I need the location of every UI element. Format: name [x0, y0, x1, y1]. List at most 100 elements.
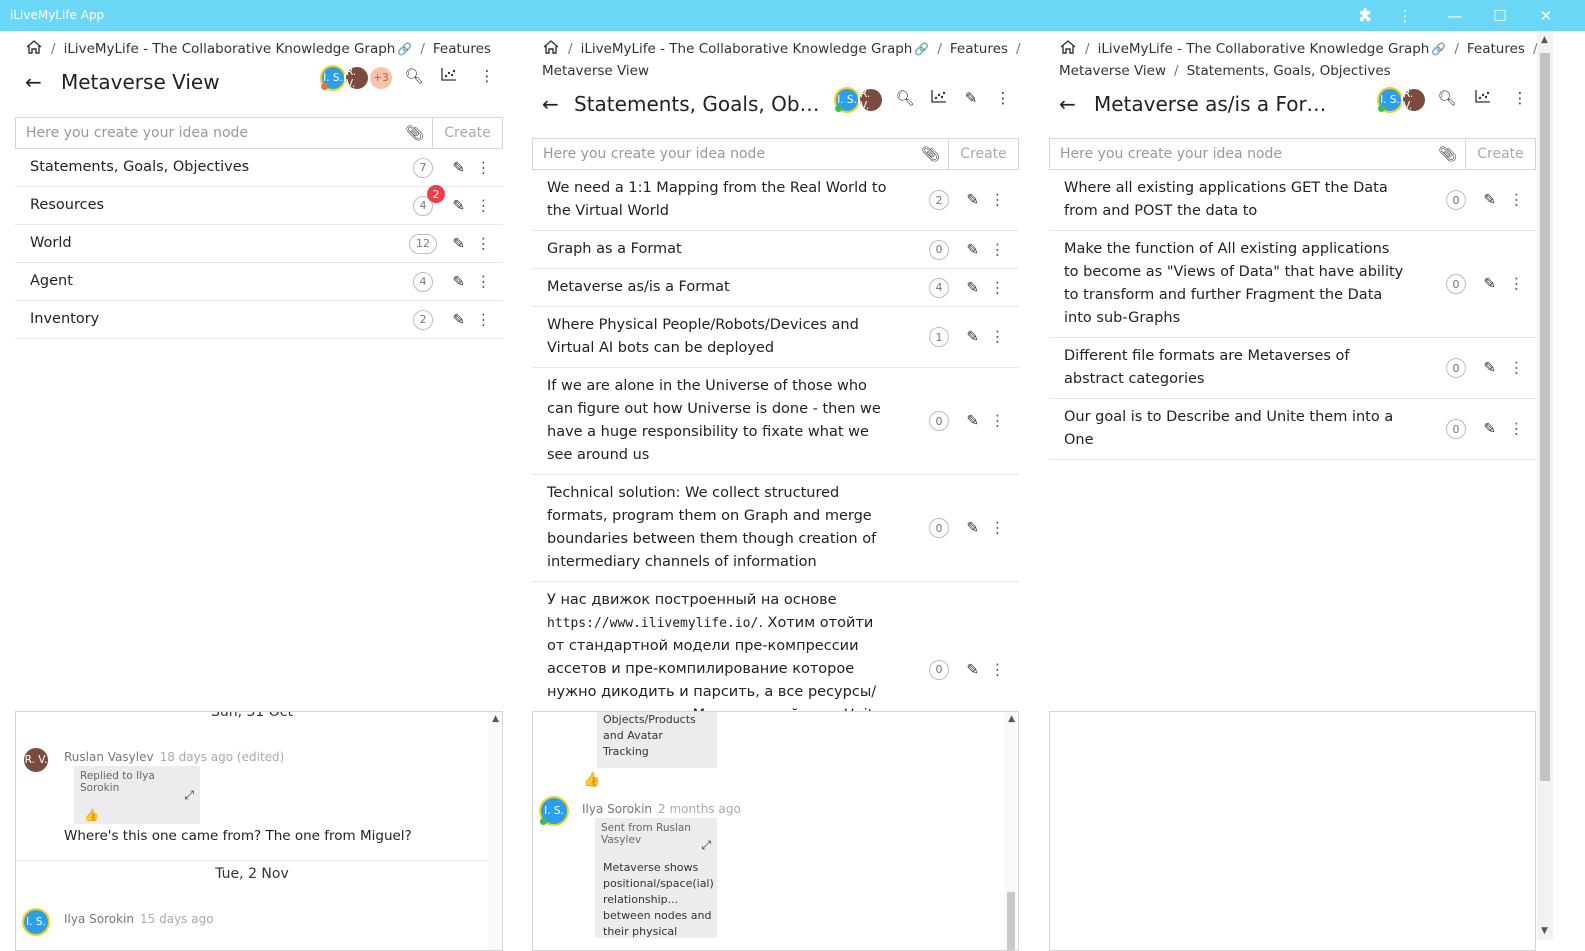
minimize-icon[interactable]: — [1435, 0, 1475, 31]
message-card[interactable]: Objects/Products and Avatar Tracking [597, 712, 717, 768]
child-count-badge[interactable]: 1 [929, 327, 949, 347]
more-vert-icon[interactable]: ⋮ [475, 67, 499, 85]
list-item[interactable]: World 12 ✎ ⋮ [15, 225, 503, 263]
home-icon[interactable] [1059, 40, 1077, 57]
more-vert-icon[interactable]: ⋮ [990, 326, 1005, 349]
paperclip-icon[interactable]: 📎︎ [921, 145, 940, 163]
child-count-badge[interactable]: 4 [929, 277, 949, 298]
back-arrow-icon[interactable]: ← [25, 70, 53, 94]
chat-panel[interactable]: Sun, 31 Oct R. V. Ruslan Vasylev 18 days … [15, 711, 503, 951]
avatar[interactable]: I. S. [1377, 87, 1403, 113]
back-arrow-icon[interactable]: ← [542, 92, 566, 116]
paperclip-icon[interactable]: 📎︎ [1438, 145, 1457, 163]
breadcrumb-item[interactable]: Features [1467, 41, 1525, 57]
child-count-badge[interactable]: 0 [929, 659, 949, 680]
breadcrumb-root[interactable]: iLiveMyLife - The Collaborative Knowledg… [581, 41, 913, 57]
avatar[interactable]: R. V. [1401, 87, 1427, 113]
child-count-badge[interactable]: 0 [929, 411, 949, 431]
more-vert-icon[interactable]: ⋮ [990, 658, 1005, 681]
edit-icon[interactable]: ✎ [966, 517, 979, 540]
edit-icon[interactable]: ✎ [966, 658, 979, 681]
avatar[interactable]: I. S. [22, 908, 50, 936]
child-count-badge[interactable]: 0 [929, 239, 949, 260]
edit-icon[interactable]: ✎ [452, 194, 465, 217]
list-item[interactable]: Metaverse as/is a Format 4 ✎ ⋮ [532, 269, 1019, 307]
edit-icon[interactable]: ✎ [966, 276, 979, 299]
chat-scrollbar[interactable]: ▲ [488, 712, 502, 950]
chat-scrollbar[interactable]: ▲ [1004, 712, 1018, 950]
edit-icon[interactable]: ✎ [452, 232, 465, 255]
breadcrumb-item[interactable]: Features [433, 41, 491, 57]
breadcrumb-item[interactable]: Statements, Goals, Objectives [1187, 63, 1391, 79]
idea-node-input[interactable]: Here you create your idea node 📎︎ [532, 138, 949, 170]
message-author[interactable]: Ruslan Vasylev [64, 750, 154, 764]
more-vert-icon[interactable]: ⋮ [476, 194, 491, 217]
kebab-icon[interactable]: ⋮ [1385, 0, 1425, 31]
more-vert-icon[interactable]: ⋮ [990, 276, 1005, 299]
avatar-group[interactable]: I. S. R. V. [1377, 87, 1427, 113]
child-count-badge[interactable]: 12 [409, 233, 437, 254]
edit-icon[interactable]: ✎ [1483, 418, 1496, 441]
list-item[interactable]: Make the function of All existing applic… [1049, 231, 1536, 338]
window-scrollbar[interactable]: ▲ ▼ [1537, 31, 1553, 940]
more-vert-icon[interactable]: ⋮ [1509, 418, 1524, 441]
edit-icon[interactable]: ✎ [1483, 189, 1496, 212]
idea-node-input[interactable]: Here you create your idea node 📎︎ [15, 117, 433, 149]
list-item[interactable]: Agent 4 ✎ ⋮ [15, 263, 503, 301]
chat-panel[interactable]: Objects/Products and Avatar Tracking 👍 I… [532, 711, 1019, 951]
more-vert-icon[interactable]: ⋮ [991, 89, 1015, 107]
edit-icon[interactable]: ✎ [966, 326, 979, 349]
puzzle-icon[interactable] [1345, 0, 1385, 31]
chat-panel[interactable] [1049, 711, 1536, 951]
edit-icon[interactable]: ✎ [1483, 357, 1496, 380]
avatar[interactable]: R. V. [22, 746, 50, 774]
edit-icon[interactable]: ✎ [1483, 273, 1496, 296]
child-count-badge[interactable]: 2 [929, 190, 949, 210]
search-icon[interactable]: 🔍︎ [893, 89, 917, 107]
avatar[interactable]: I. S. [320, 65, 346, 91]
paperclip-icon[interactable]: 📎︎ [405, 124, 424, 142]
maximize-icon[interactable]: ☐ [1480, 0, 1520, 31]
close-icon[interactable]: ✕ [1526, 0, 1566, 31]
idea-node-input[interactable]: Here you create your idea node 📎︎ [1049, 138, 1466, 170]
edit-icon[interactable]: ✎ [452, 156, 465, 179]
link-icon[interactable]: 🔗 [397, 42, 412, 56]
chart-icon[interactable] [1471, 89, 1495, 107]
edit-icon[interactable]: ✎ [959, 89, 983, 107]
list-item[interactable]: Resources 4 2 ✎ ⋮ [15, 185, 503, 225]
search-icon[interactable]: 🔍︎ [1435, 89, 1459, 107]
avatar-more-count[interactable]: +3 [368, 65, 394, 91]
avatar[interactable]: I. S. [539, 796, 569, 826]
home-icon[interactable] [542, 40, 560, 57]
edit-icon[interactable]: ✎ [966, 238, 979, 261]
breadcrumb-item[interactable]: Metaverse View [1059, 63, 1166, 79]
avatar-group[interactable]: I. S. R. V. +3 [320, 65, 394, 91]
child-count-badge[interactable]: 0 [1446, 419, 1466, 439]
create-button[interactable]: Create [433, 117, 503, 149]
child-count-badge[interactable]: 0 [929, 518, 949, 538]
edit-icon[interactable]: ✎ [452, 270, 465, 293]
search-icon[interactable]: 🔍︎ [402, 67, 426, 85]
more-vert-icon[interactable]: ⋮ [1509, 273, 1524, 296]
more-vert-icon[interactable]: ⋮ [1509, 189, 1524, 212]
list-item[interactable]: Where Physical People/Robots/Devices and… [532, 307, 1019, 368]
home-icon[interactable] [25, 40, 43, 57]
list-item[interactable]: Technical solution: We collect structure… [532, 475, 1019, 582]
forwarded-message[interactable]: Sent from Ruslan Vasylev ⤢ Metaverse sho… [595, 818, 717, 938]
more-vert-icon[interactable]: ⋮ [990, 238, 1005, 261]
message-author[interactable]: Ilya Sorokin [582, 802, 652, 816]
child-count-badge[interactable]: 0 [1446, 190, 1466, 210]
message-author[interactable]: Ilya Sorokin [64, 912, 134, 926]
child-count-badge[interactable]: 7 [413, 157, 433, 178]
edit-icon[interactable]: ✎ [966, 189, 979, 212]
list-item[interactable]: We need a 1:1 Mapping from the Real Worl… [532, 170, 1019, 231]
create-button[interactable]: Create [949, 138, 1019, 170]
chart-icon[interactable] [437, 67, 461, 85]
more-vert-icon[interactable]: ⋮ [476, 308, 491, 331]
reply-quote[interactable]: Replied to Ilya Sorokin ⤢ 👍 [74, 766, 200, 824]
expand-icon[interactable]: ⤢ [184, 788, 194, 803]
more-vert-icon[interactable]: ⋮ [990, 517, 1005, 540]
list-item[interactable]: Graph as a Format 0 ✎ ⋮ [532, 231, 1019, 269]
child-count-badge[interactable]: 0 [1446, 358, 1466, 378]
breadcrumb-root[interactable]: iLiveMyLife - The Collaborative Knowledg… [64, 41, 396, 57]
